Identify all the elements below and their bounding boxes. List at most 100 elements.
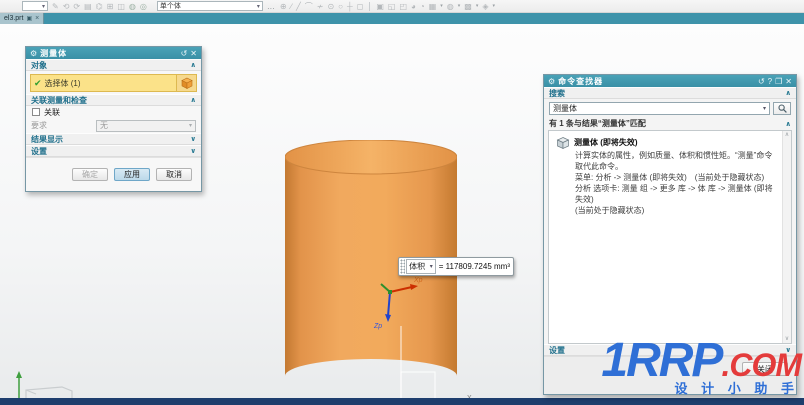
view-tool-icon[interactable]: ▣	[376, 0, 384, 13]
snap-point-icon[interactable]: ⊕	[280, 0, 287, 13]
quick-measure-tooltip[interactable]: 体积 ▾ = 117809.7245 mm³	[398, 257, 514, 276]
drag-handle[interactable]	[400, 259, 405, 274]
section-associative[interactable]: 关联测量和检查 ∧	[26, 94, 201, 106]
chevron-up-icon[interactable]: ∧	[785, 89, 791, 97]
chevron-down-icon: ▾	[763, 105, 766, 112]
results-scrollbar[interactable]: ∧ ∨	[782, 131, 791, 343]
view-tool-icon[interactable]: ◕	[411, 0, 416, 13]
view-dropdown-icon[interactable]: ◈	[482, 0, 488, 13]
scroll-up-icon[interactable]: ∧	[785, 131, 789, 139]
section-search[interactable]: 搜索 ∧	[544, 87, 796, 99]
datum-geometry	[10, 370, 80, 399]
toolbar-icon[interactable]: ▤	[84, 0, 92, 13]
help-icon[interactable]: ?	[768, 77, 772, 86]
sketch-wireframe: X	[395, 324, 477, 405]
bottom-status-strip	[0, 398, 804, 405]
result-menu-path: 菜单: 分析 -> 测量体 (即将失效) (当前处于隐藏状态)	[575, 172, 777, 183]
reset-icon[interactable]: ↺	[758, 77, 765, 86]
gear-icon[interactable]: ⚙	[30, 49, 37, 58]
document-tab[interactable]: el3.prt ▣ ×	[0, 13, 44, 24]
view-dropdown-icon[interactable]: ◍	[447, 0, 454, 13]
snap-point-icon[interactable]: ╱	[296, 0, 301, 13]
toolbar-icon[interactable]: ⌬	[96, 0, 103, 13]
chevron-up-icon[interactable]: ∧	[190, 96, 196, 104]
result-description: 计算实体的属性，例如质量、体积和惯性矩。“测量”命令取代此命令。	[575, 150, 777, 172]
panel-title: 命令查找器	[558, 76, 755, 87]
toolbar-icon[interactable]: ✎	[52, 0, 59, 13]
chevron-down-icon[interactable]: ∨	[190, 147, 196, 155]
section-associative-label: 关联测量和检查	[31, 95, 87, 106]
snap-point-icon[interactable]: ◻	[357, 0, 364, 13]
search-button[interactable]	[773, 102, 791, 115]
snap-point-icon[interactable]: ≁	[317, 0, 324, 13]
dialog-titlebar[interactable]: ⚙ 测量体 ↺ ✕	[26, 47, 201, 59]
associative-label: 关联	[44, 107, 60, 118]
ok-button[interactable]: 确定	[72, 168, 108, 181]
chevron-down-icon: ▾	[458, 3, 461, 9]
tab-close-icon[interactable]: ×	[35, 15, 39, 22]
panel-titlebar[interactable]: ⚙ 命令查找器 ↺ ? ❐ ✕	[544, 75, 796, 87]
role-combo[interactable]: ▾	[22, 1, 48, 11]
chevron-down-icon: ▾	[476, 3, 479, 9]
selected-body-cell[interactable]	[176, 75, 196, 91]
section-settings[interactable]: 设置 ∨	[26, 145, 201, 157]
check-icon: ✔	[31, 78, 45, 89]
search-input-value: 测量体	[553, 103, 577, 114]
apply-button[interactable]: 应用	[114, 168, 150, 181]
gear-icon[interactable]: ⚙	[548, 77, 555, 86]
close-icon[interactable]: ✕	[785, 77, 792, 86]
selection-scope-combo[interactable]: 单个体 ▾	[157, 1, 263, 11]
results-header-label: 有 1 条与结果“测量体”匹配	[549, 118, 646, 129]
cancel-button[interactable]: 取消	[156, 168, 192, 181]
section-results-display[interactable]: 结果显示 ∨	[26, 133, 201, 145]
solid-body-icon	[181, 77, 193, 89]
toolbar-icon[interactable]: ◍	[129, 0, 136, 13]
toolbar-overflow[interactable]: …	[267, 2, 276, 11]
view-tool-icon[interactable]: ◰	[399, 0, 407, 13]
chevron-down-icon: ▾	[257, 3, 260, 10]
results-header[interactable]: 有 1 条与结果“测量体”匹配 ∧	[544, 117, 796, 130]
reset-icon[interactable]: ↺	[181, 49, 188, 58]
view-dropdown-icon[interactable]: ▦	[429, 0, 437, 13]
result-item[interactable]: 测量体 (即将失效)	[556, 136, 777, 150]
document-tab-bar: el3.prt ▣ ×	[0, 13, 804, 24]
search-row: 测量体 ▾	[544, 99, 796, 117]
dialog-buttons: 确定 应用 取消	[26, 157, 201, 191]
snap-point-icon[interactable]: ○	[338, 0, 343, 13]
graphics-window[interactable]: X Xp Zp 体积 ▾ = 117809.7245	[0, 24, 804, 399]
snap-point-icon[interactable]: ┼	[347, 0, 353, 13]
triad-z-label: Zp	[373, 323, 382, 330]
chevron-down-icon[interactable]: ∨	[190, 135, 196, 143]
view-tool-icon[interactable]: ◱	[388, 0, 396, 13]
close-icon[interactable]: ✕	[190, 49, 197, 58]
measure-type-combo[interactable]: 体积 ▾	[406, 259, 436, 274]
select-body-row[interactable]: ✔ 选择体 (1)	[30, 74, 197, 92]
undock-icon[interactable]: ❐	[775, 77, 782, 86]
watermark-suffix: .COM	[721, 349, 801, 381]
associative-checkbox[interactable]	[32, 108, 40, 116]
result-ribbon-path: 分析 选项卡: 测量 组 -> 更多 库 -> 体 库 -> 测量体 (即将失效…	[575, 183, 777, 205]
section-search-label: 搜索	[549, 88, 565, 99]
section-objects[interactable]: 对象 ∧	[26, 59, 201, 71]
section-results-label: 结果显示	[31, 134, 63, 145]
view-tool-icon[interactable]: ◔	[420, 0, 425, 13]
snap-point-icon[interactable]: ⌒	[305, 0, 313, 13]
requirement-row: 要求 无 ▾	[26, 118, 201, 133]
snap-point-icon[interactable]: ∕	[291, 0, 292, 13]
document-tab-label: el3.prt	[4, 15, 23, 22]
snap-point-icon[interactable]: ⊙	[327, 0, 334, 13]
toolbar-icon[interactable]: ⟲	[63, 0, 70, 13]
requirement-select[interactable]: 无 ▾	[96, 120, 196, 132]
toolbar-icon[interactable]: ⟳	[73, 0, 80, 13]
nx-application-window: ▾ ✎ ⟲ ⟳ ▤ ⌬ ⊞ ◫ ◍ ◎ 单个体 ▾ … ⊕ ∕ ╱ ⌒ ≁ ⊙ …	[0, 0, 804, 405]
toolbar-icon[interactable]: ◫	[117, 0, 125, 13]
chevron-up-icon[interactable]: ∧	[785, 120, 791, 128]
toolbar-icon[interactable]: ◎	[140, 0, 147, 13]
select-body-label: 选择体 (1)	[45, 78, 176, 89]
search-input[interactable]: 测量体 ▾	[549, 102, 770, 115]
toolbar-icon[interactable]: ⊞	[107, 0, 114, 13]
section-settings-label: 设置	[31, 146, 47, 157]
view-dropdown-icon[interactable]: ▩	[464, 0, 472, 13]
section-finder-settings-label: 设置	[549, 345, 565, 356]
chevron-up-icon[interactable]: ∧	[190, 61, 196, 69]
